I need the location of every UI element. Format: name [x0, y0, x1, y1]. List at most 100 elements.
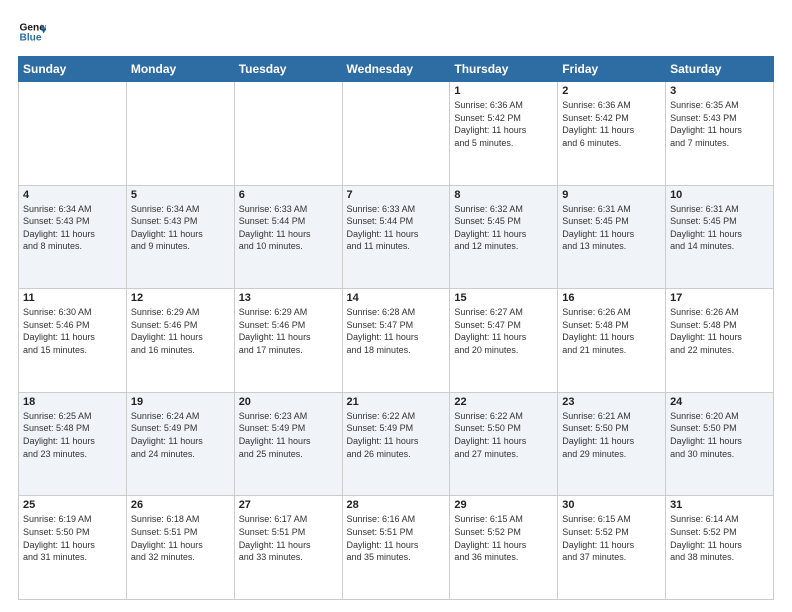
day-info: Sunrise: 6:25 AM Sunset: 5:48 PM Dayligh…: [23, 410, 122, 460]
day-info: Sunrise: 6:32 AM Sunset: 5:45 PM Dayligh…: [454, 203, 553, 253]
day-info: Sunrise: 6:15 AM Sunset: 5:52 PM Dayligh…: [454, 513, 553, 563]
day-info: Sunrise: 6:20 AM Sunset: 5:50 PM Dayligh…: [670, 410, 769, 460]
calendar-cell: 22 Sunrise: 6:22 AM Sunset: 5:50 PM Dayli…: [450, 392, 558, 496]
calendar-cell: 4Sunrise: 6:34 AM Sunset: 5:43 PM Daylig…: [19, 185, 127, 289]
day-number: 2: [562, 85, 661, 97]
day-info: Sunrise: 6:23 AM Sunset: 5:49 PM Dayligh…: [239, 410, 338, 460]
day-number: 18: [23, 396, 122, 408]
calendar-body: 1 Sunrise: 6:36 AM Sunset: 5:42 PM Daylig…: [19, 82, 774, 600]
calendar-table: SundayMondayTuesdayWednesdayThursdayFrid…: [18, 56, 774, 600]
day-number: 14: [347, 292, 446, 304]
day-number: 31: [670, 499, 769, 511]
calendar-cell: 24 Sunrise: 6:20 AM Sunset: 5:50 PM Dayli…: [666, 392, 774, 496]
day-info: Sunrise: 6:21 AM Sunset: 5:50 PM Dayligh…: [562, 410, 661, 460]
day-info: Sunrise: 6:22 AM Sunset: 5:49 PM Dayligh…: [347, 410, 446, 460]
day-info: Sunrise: 6:19 AM Sunset: 5:50 PM Dayligh…: [23, 513, 122, 563]
calendar-cell: [19, 82, 127, 186]
day-number: 27: [239, 499, 338, 511]
day-info: Sunrise: 6:14 AM Sunset: 5:52 PM Dayligh…: [670, 513, 769, 563]
day-info: Sunrise: 6:18 AM Sunset: 5:51 PM Dayligh…: [131, 513, 230, 563]
weekday-header-sunday: Sunday: [19, 57, 127, 82]
page: General Blue SundayMondayTuesdayWednesda…: [0, 0, 792, 612]
calendar-week-4: 18 Sunrise: 6:25 AM Sunset: 5:48 PM Dayli…: [19, 392, 774, 496]
day-number: 3: [670, 85, 769, 97]
calendar-cell: 3Sunrise: 6:35 AM Sunset: 5:43 PM Daylig…: [666, 82, 774, 186]
day-number: 13: [239, 292, 338, 304]
day-info: Sunrise: 6:29 AM Sunset: 5:46 PM Dayligh…: [239, 306, 338, 356]
calendar-week-2: 4Sunrise: 6:34 AM Sunset: 5:43 PM Daylig…: [19, 185, 774, 289]
calendar-cell: 21Sunrise: 6:22 AM Sunset: 5:49 PM Dayli…: [342, 392, 450, 496]
day-info: Sunrise: 6:22 AM Sunset: 5:50 PM Dayligh…: [454, 410, 553, 460]
day-info: Sunrise: 6:15 AM Sunset: 5:52 PM Dayligh…: [562, 513, 661, 563]
day-info: Sunrise: 6:28 AM Sunset: 5:47 PM Dayligh…: [347, 306, 446, 356]
calendar-week-3: 11Sunrise: 6:30 AM Sunset: 5:46 PM Dayli…: [19, 289, 774, 393]
calendar-cell: 30 Sunrise: 6:15 AM Sunset: 5:52 PM Dayli…: [558, 496, 666, 600]
day-info: Sunrise: 6:17 AM Sunset: 5:51 PM Dayligh…: [239, 513, 338, 563]
calendar-cell: 5Sunrise: 6:34 AM Sunset: 5:43 PM Daylig…: [126, 185, 234, 289]
weekday-header-thursday: Thursday: [450, 57, 558, 82]
day-info: Sunrise: 6:36 AM Sunset: 5:42 PM Dayligh…: [454, 99, 553, 149]
calendar-cell: 13 Sunrise: 6:29 AM Sunset: 5:46 PM Dayli…: [234, 289, 342, 393]
calendar-cell: 1 Sunrise: 6:36 AM Sunset: 5:42 PM Daylig…: [450, 82, 558, 186]
calendar-cell: [126, 82, 234, 186]
day-info: Sunrise: 6:24 AM Sunset: 5:49 PM Dayligh…: [131, 410, 230, 460]
day-number: 23: [562, 396, 661, 408]
day-number: 7: [347, 189, 446, 201]
calendar-cell: 23 Sunrise: 6:21 AM Sunset: 5:50 PM Dayli…: [558, 392, 666, 496]
day-number: 28: [347, 499, 446, 511]
logo: General Blue: [18, 18, 46, 46]
day-number: 16: [562, 292, 661, 304]
calendar-cell: 9 Sunrise: 6:31 AM Sunset: 5:45 PM Daylig…: [558, 185, 666, 289]
weekday-header-friday: Friday: [558, 57, 666, 82]
calendar-cell: 18 Sunrise: 6:25 AM Sunset: 5:48 PM Dayli…: [19, 392, 127, 496]
day-info: Sunrise: 6:29 AM Sunset: 5:46 PM Dayligh…: [131, 306, 230, 356]
day-number: 15: [454, 292, 553, 304]
weekday-header-saturday: Saturday: [666, 57, 774, 82]
calendar-header-row: SundayMondayTuesdayWednesdayThursdayFrid…: [19, 57, 774, 82]
header: General Blue: [18, 18, 774, 46]
calendar-week-1: 1 Sunrise: 6:36 AM Sunset: 5:42 PM Daylig…: [19, 82, 774, 186]
weekday-header-wednesday: Wednesday: [342, 57, 450, 82]
calendar-cell: 8Sunrise: 6:32 AM Sunset: 5:45 PM Daylig…: [450, 185, 558, 289]
day-number: 17: [670, 292, 769, 304]
calendar-cell: 17Sunrise: 6:26 AM Sunset: 5:48 PM Dayli…: [666, 289, 774, 393]
day-number: 30: [562, 499, 661, 511]
day-number: 12: [131, 292, 230, 304]
calendar-cell: 12 Sunrise: 6:29 AM Sunset: 5:46 PM Dayli…: [126, 289, 234, 393]
day-number: 1: [454, 85, 553, 97]
day-info: Sunrise: 6:31 AM Sunset: 5:45 PM Dayligh…: [670, 203, 769, 253]
day-number: 22: [454, 396, 553, 408]
day-info: Sunrise: 6:16 AM Sunset: 5:51 PM Dayligh…: [347, 513, 446, 563]
weekday-header-monday: Monday: [126, 57, 234, 82]
day-number: 25: [23, 499, 122, 511]
calendar-cell: 28 Sunrise: 6:16 AM Sunset: 5:51 PM Dayli…: [342, 496, 450, 600]
calendar-cell: 16 Sunrise: 6:26 AM Sunset: 5:48 PM Dayli…: [558, 289, 666, 393]
calendar-cell: 29 Sunrise: 6:15 AM Sunset: 5:52 PM Dayli…: [450, 496, 558, 600]
day-number: 24: [670, 396, 769, 408]
day-number: 19: [131, 396, 230, 408]
weekday-header-tuesday: Tuesday: [234, 57, 342, 82]
day-number: 6: [239, 189, 338, 201]
calendar-cell: 15 Sunrise: 6:27 AM Sunset: 5:47 PM Dayli…: [450, 289, 558, 393]
day-number: 10: [670, 189, 769, 201]
calendar-cell: 11Sunrise: 6:30 AM Sunset: 5:46 PM Dayli…: [19, 289, 127, 393]
day-number: 5: [131, 189, 230, 201]
calendar-cell: 31 Sunrise: 6:14 AM Sunset: 5:52 PM Dayli…: [666, 496, 774, 600]
calendar-cell: 25 Sunrise: 6:19 AM Sunset: 5:50 PM Dayli…: [19, 496, 127, 600]
calendar-cell: 27 Sunrise: 6:17 AM Sunset: 5:51 PM Dayli…: [234, 496, 342, 600]
day-info: Sunrise: 6:34 AM Sunset: 5:43 PM Dayligh…: [23, 203, 122, 253]
day-info: Sunrise: 6:33 AM Sunset: 5:44 PM Dayligh…: [347, 203, 446, 253]
calendar-cell: 26Sunrise: 6:18 AM Sunset: 5:51 PM Dayli…: [126, 496, 234, 600]
day-number: 9: [562, 189, 661, 201]
logo-icon: General Blue: [18, 18, 46, 46]
calendar-cell: [234, 82, 342, 186]
calendar-cell: 6Sunrise: 6:33 AM Sunset: 5:44 PM Daylig…: [234, 185, 342, 289]
day-number: 29: [454, 499, 553, 511]
day-info: Sunrise: 6:31 AM Sunset: 5:45 PM Dayligh…: [562, 203, 661, 253]
day-info: Sunrise: 6:26 AM Sunset: 5:48 PM Dayligh…: [562, 306, 661, 356]
day-info: Sunrise: 6:27 AM Sunset: 5:47 PM Dayligh…: [454, 306, 553, 356]
day-info: Sunrise: 6:36 AM Sunset: 5:42 PM Dayligh…: [562, 99, 661, 149]
day-info: Sunrise: 6:30 AM Sunset: 5:46 PM Dayligh…: [23, 306, 122, 356]
calendar-cell: [342, 82, 450, 186]
calendar-cell: 20Sunrise: 6:23 AM Sunset: 5:49 PM Dayli…: [234, 392, 342, 496]
